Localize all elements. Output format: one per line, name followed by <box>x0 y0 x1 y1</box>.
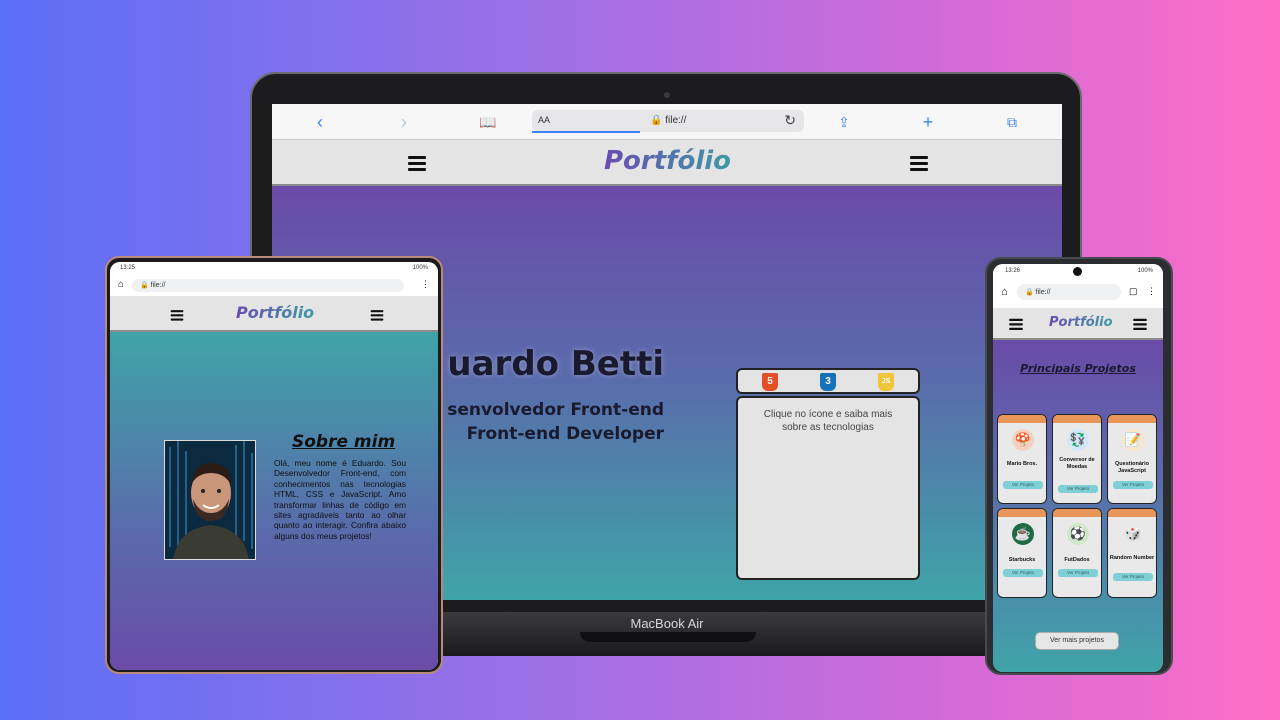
site-header: Portfólio <box>272 140 1062 186</box>
menu-icon[interactable] <box>910 156 928 171</box>
dice-icon: 🎲 <box>1122 523 1144 545</box>
laptop-model-label: MacBook Air <box>630 616 704 631</box>
book-icon[interactable]: 📖 <box>478 112 498 132</box>
project-card[interactable]: ☕ Starbucks Ver Projeto <box>997 508 1047 598</box>
card-top <box>998 415 1046 423</box>
address-bar[interactable]: 🔒 file:// <box>132 279 404 292</box>
tech-info-box: Clique no ícone e saiba mais sobre as te… <box>736 396 920 580</box>
site-header: Portfólio <box>993 308 1163 340</box>
project-name: Starbucks <box>1008 557 1036 563</box>
javascript-icon[interactable]: JS <box>878 373 894 391</box>
site-brand[interactable]: Portfólio <box>236 303 314 322</box>
more-icon[interactable]: ⋮ <box>1147 286 1156 297</box>
browser-bar: ⌂ 🔒 file:// ⋮ <box>110 276 438 296</box>
battery-level: 100% <box>1137 268 1153 274</box>
project-name: Random Number <box>1109 555 1155 561</box>
profile-photo <box>164 440 256 560</box>
laptop-notch <box>580 632 756 642</box>
hero-role-en: Front-end Developer <box>466 424 664 444</box>
more-icon[interactable]: ⋮ <box>421 279 430 290</box>
address-text: 🔒 file:// <box>650 115 687 126</box>
currency-icon: 💱 <box>1067 429 1089 451</box>
front-camera <box>1073 267 1082 276</box>
safari-toolbar: ‹ › 📖 AA 🔒 file:// ↻ ⇪ + ⧉ <box>272 104 1062 140</box>
battery-level: 100% <box>412 265 428 271</box>
view-project-button[interactable]: Ver Projeto <box>1058 569 1098 577</box>
chevron-left-icon[interactable]: ‹ <box>310 112 330 132</box>
project-name: Questionário JavaScript <box>1115 461 1149 474</box>
status-bar: 13:26 100% <box>993 264 1163 280</box>
css3-icon[interactable]: 3 <box>820 373 836 391</box>
reload-icon[interactable]: ↻ <box>784 112 796 129</box>
tech-hint: Clique no ícone e saiba mais sobre as te… <box>763 409 893 433</box>
share-icon[interactable]: ⇪ <box>834 112 854 132</box>
mario-icon: 🍄 <box>1012 429 1034 451</box>
url-text: file:// <box>150 282 166 289</box>
menu-icon[interactable] <box>370 310 384 321</box>
view-project-button[interactable]: Ver Projeto <box>1113 481 1153 489</box>
home-icon[interactable]: ⌂ <box>118 279 124 290</box>
projects-title: Principais Projetos <box>1020 362 1136 375</box>
view-project-button[interactable]: Ver Projeto <box>1058 485 1098 493</box>
project-card[interactable]: 📝 Questionário JavaScript Ver Projeto <box>1107 414 1157 504</box>
address-text: 🔒 file:// <box>140 282 166 289</box>
more-projects-button[interactable]: Ver mais projetos <box>1035 632 1119 650</box>
projects-section: Principais Projetos 🍄 Mario Bros. Ver Pr… <box>993 340 1163 672</box>
project-card[interactable]: ⚽ FutDados Ver Projeto <box>1052 508 1102 598</box>
chevron-right-icon[interactable]: › <box>394 112 414 132</box>
browser-bar: ⌂ 🔒 file:// ▢ ⋮ <box>993 280 1163 308</box>
project-name: Conversor de Moedas <box>1059 457 1095 470</box>
tabs-icon[interactable]: ▢ <box>1129 286 1138 297</box>
address-text: 🔒 file:// <box>1025 289 1051 296</box>
site-header: Portfólio <box>110 296 438 332</box>
menu-icon[interactable] <box>408 156 426 171</box>
card-top <box>1108 509 1156 517</box>
project-name: FutDados <box>1064 557 1090 563</box>
url-text: file:// <box>665 115 687 126</box>
card-top <box>998 509 1046 517</box>
phone-screen: 13:26 100% ⌂ 🔒 file:// ▢ ⋮ Portfólio Pri… <box>993 264 1163 672</box>
plus-icon[interactable]: + <box>918 112 938 132</box>
hero-name: uardo Betti <box>447 344 664 384</box>
site-brand[interactable]: Portfólio <box>1049 315 1113 330</box>
camera <box>664 92 670 98</box>
view-project-button[interactable]: Ver Projeto <box>1113 573 1153 581</box>
menu-icon[interactable] <box>170 310 184 321</box>
project-card[interactable]: 🎲 Random Number Ver Projeto <box>1107 508 1157 598</box>
starbucks-icon: ☕ <box>1012 523 1034 545</box>
view-project-button[interactable]: Ver Projeto <box>1003 481 1043 489</box>
project-name: Mario Bros. <box>1006 461 1038 467</box>
about-section: Sobre mim Olá, meu nome é Eduardo. Sou D… <box>110 332 438 670</box>
card-top <box>1053 509 1101 517</box>
hero-role-pt: senvolvedor Front-end <box>447 400 664 420</box>
about-text: Olá, meu nome é Eduardo. Sou Desenvolved… <box>274 458 406 541</box>
status-bar: 13:25 100% <box>110 262 438 276</box>
view-project-button[interactable]: Ver Projeto <box>1003 569 1043 577</box>
html5-icon[interactable]: 5 <box>762 373 778 391</box>
status-time: 13:26 <box>1005 268 1021 274</box>
site-brand[interactable]: Portfólio <box>604 146 731 176</box>
home-icon[interactable]: ⌂ <box>1001 286 1008 298</box>
address-bar[interactable]: 🔒 file:// <box>1017 284 1121 300</box>
url-text: file:// <box>1035 289 1051 296</box>
card-top <box>1053 415 1101 423</box>
quiz-icon: 📝 <box>1122 429 1144 451</box>
text-size-button[interactable]: AA <box>538 115 550 125</box>
tech-icon-bar: 5 3 JS <box>736 368 920 394</box>
project-card[interactable]: 🍄 Mario Bros. Ver Projeto <box>997 414 1047 504</box>
menu-icon[interactable] <box>1009 318 1023 330</box>
soccer-ball-icon: ⚽ <box>1067 523 1089 545</box>
tabs-icon[interactable]: ⧉ <box>1002 112 1022 132</box>
project-card[interactable]: 💱 Conversor de Moedas Ver Projeto <box>1052 414 1102 504</box>
load-progress <box>532 131 640 133</box>
menu-icon[interactable] <box>1133 318 1147 330</box>
card-top <box>1108 415 1156 423</box>
status-time: 13:25 <box>120 265 136 271</box>
tablet-screen: 13:25 100% ⌂ 🔒 file:// ⋮ Portfólio Sobre… <box>110 262 438 670</box>
about-title: Sobre mim <box>292 432 396 452</box>
address-bar[interactable]: AA 🔒 file:// ↻ <box>532 110 804 132</box>
